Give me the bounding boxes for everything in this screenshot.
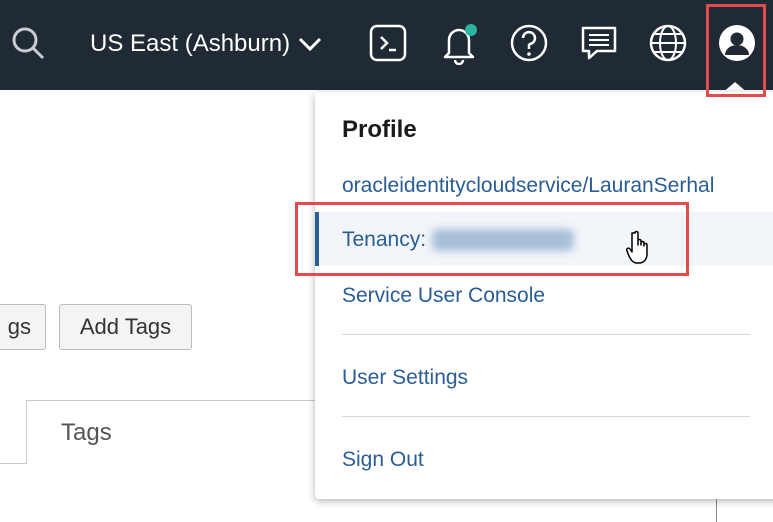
profile-menu-title: Profile <box>342 116 417 143</box>
hand-pointer-icon <box>626 230 654 271</box>
region-selector[interactable]: US East (Ashburn) <box>90 24 322 64</box>
chat-icon[interactable] <box>577 18 621 68</box>
top-navigation-bar: US East (Ashburn) <box>0 0 773 90</box>
user-settings-link[interactable]: User Settings <box>342 366 468 390</box>
add-tags-button-label: Add Tags <box>79 314 172 339</box>
tab-tags-label: Tags <box>61 419 112 446</box>
add-tags-button[interactable]: Add Tags <box>59 304 192 350</box>
cloud-shell-icon[interactable] <box>366 18 410 68</box>
search-icon[interactable] <box>6 18 50 68</box>
manage-tags-button[interactable]: gs <box>0 304 46 350</box>
menu-divider <box>342 334 750 335</box>
chevron-down-icon <box>298 36 322 52</box>
profile-username-link[interactable]: oracleidentitycloudservice/LauranSerhal <box>342 174 714 198</box>
tab-tags[interactable]: Tags <box>26 400 326 464</box>
bell-icon[interactable] <box>437 18 481 68</box>
region-label: US East (Ashburn) <box>90 30 291 57</box>
service-user-console-link[interactable]: Service User Console <box>342 284 545 308</box>
globe-icon[interactable] <box>646 18 690 68</box>
menu-divider <box>342 416 750 417</box>
profile-highlight-box <box>706 4 766 97</box>
sign-out-link[interactable]: Sign Out <box>342 448 424 472</box>
help-icon[interactable] <box>507 18 551 68</box>
notification-dot <box>465 24 477 36</box>
manage-tags-button-label: gs <box>7 314 31 339</box>
